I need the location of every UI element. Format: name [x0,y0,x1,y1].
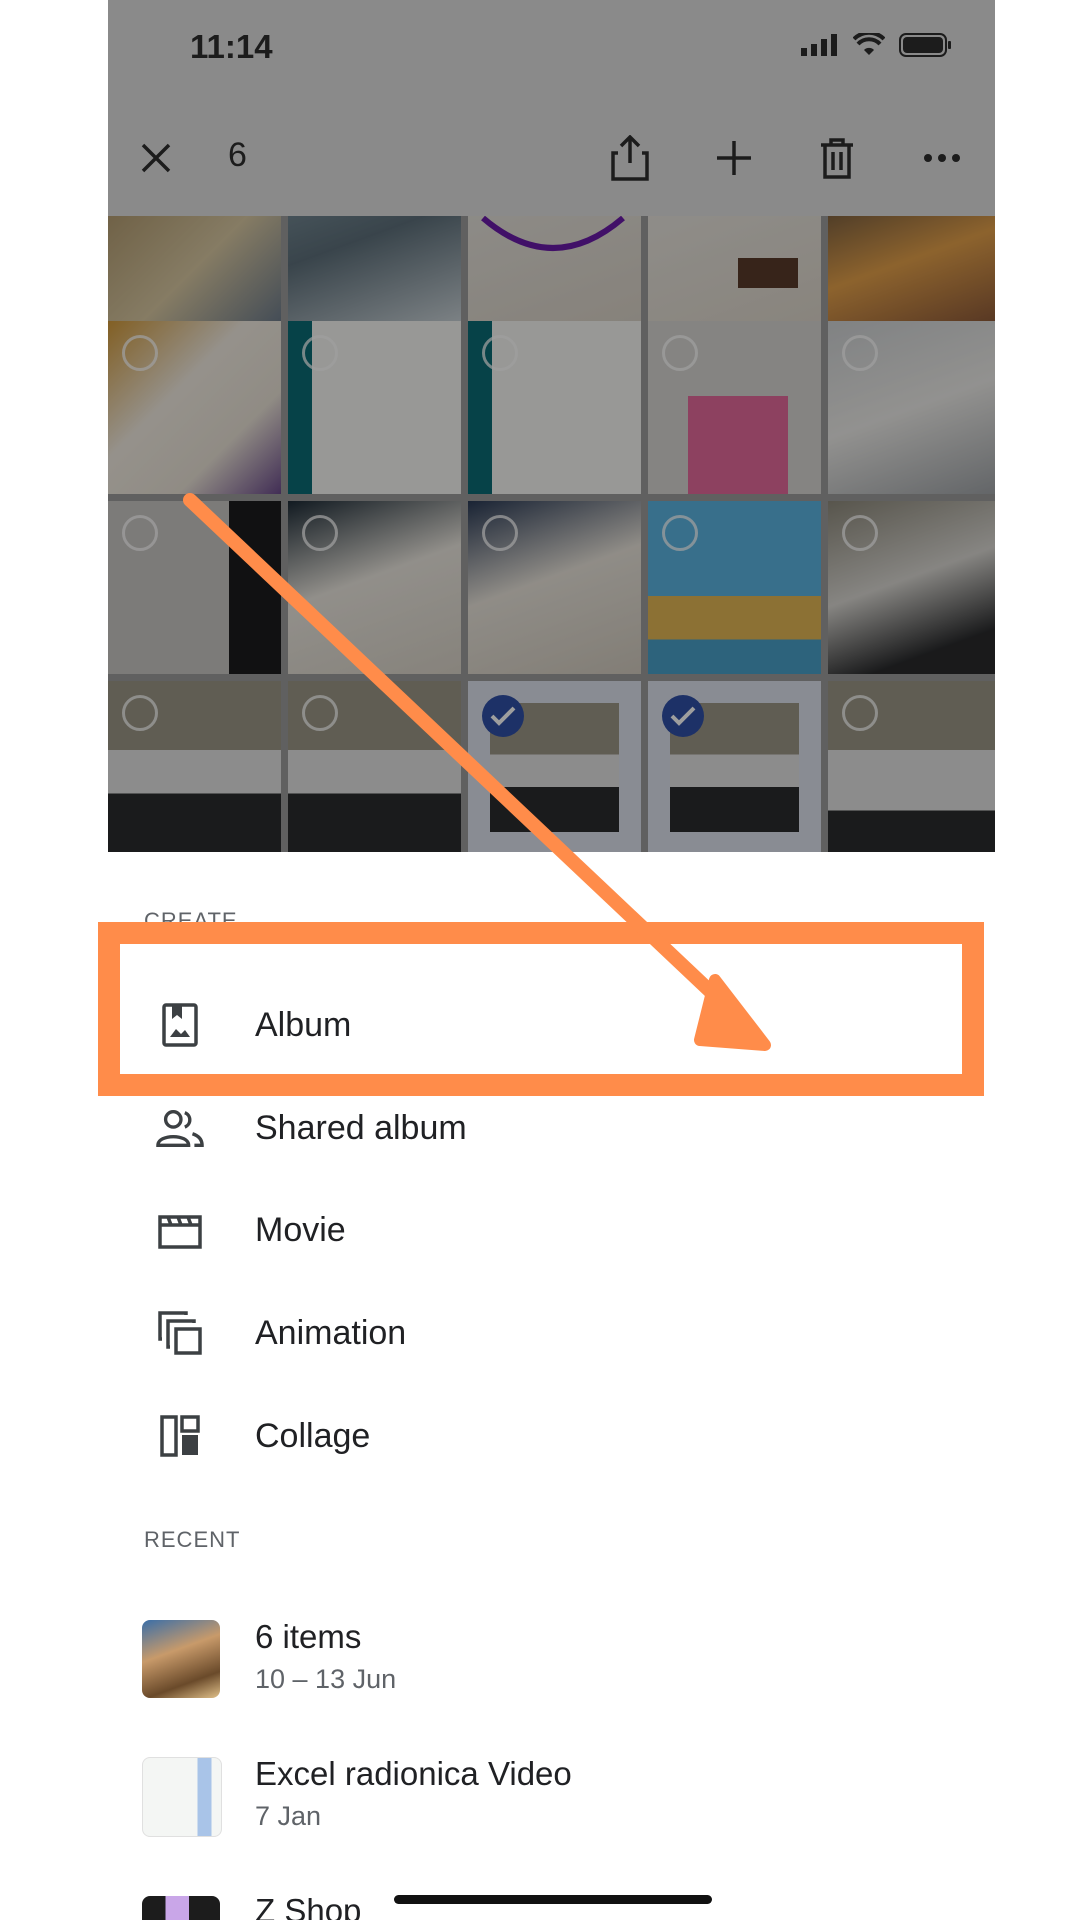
battery-icon [899,33,951,57]
movie-icon [156,1206,204,1254]
status-bar: 11:14 [108,0,995,100]
shared-album-icon [156,1104,204,1152]
trash-icon [821,138,853,179]
status-icons [801,32,953,58]
status-time: 11:14 [190,28,273,65]
menu-item-animation[interactable]: Animation [108,1283,995,1383]
animation-icon [156,1309,204,1357]
close-button[interactable] [130,132,182,184]
dim-overlay [108,216,995,852]
highlight-box [98,922,984,1096]
add-button[interactable] [708,132,760,184]
delete-button[interactable] [811,132,863,184]
recent-album-item[interactable]: Excel radionica Video 7 Jan [108,1737,995,1857]
close-icon [141,143,171,173]
recent-album-title: Excel radionica Video [255,1755,572,1792]
more-options-button[interactable] [916,132,968,184]
collage-icon [156,1412,204,1460]
more-icon [924,154,960,162]
selected-count: 6 [228,136,247,174]
album-thumbnail [142,1757,222,1837]
wifi-icon [853,33,885,55]
menu-item-label: Collage [255,1416,371,1455]
recent-album-title: 6 items [255,1618,362,1655]
recent-album-item[interactable]: 6 items 10 – 13 Jun [108,1600,995,1720]
recent-album-subtitle: 10 – 13 Jun [255,1664,397,1694]
selection-toolbar: 6 [108,100,995,216]
menu-item-label: Shared album [255,1108,467,1147]
share-button[interactable] [604,132,656,184]
menu-item-movie[interactable]: Movie [108,1180,995,1280]
album-thumbnail [142,1896,220,1920]
home-indicator [394,1895,712,1904]
photo-grid [108,216,995,852]
recent-section-label: RECENT [144,1527,241,1552]
album-thumbnail [142,1620,220,1698]
recent-album-title: Z Shop [255,1892,362,1920]
recent-album-subtitle: 7 Jan [255,1801,322,1831]
menu-item-label: Animation [255,1313,407,1352]
share-icon [611,135,649,181]
menu-item-label: Movie [255,1210,346,1249]
plus-icon [717,141,751,175]
signal-icon [801,34,837,56]
menu-item-collage[interactable]: Collage [108,1386,995,1486]
